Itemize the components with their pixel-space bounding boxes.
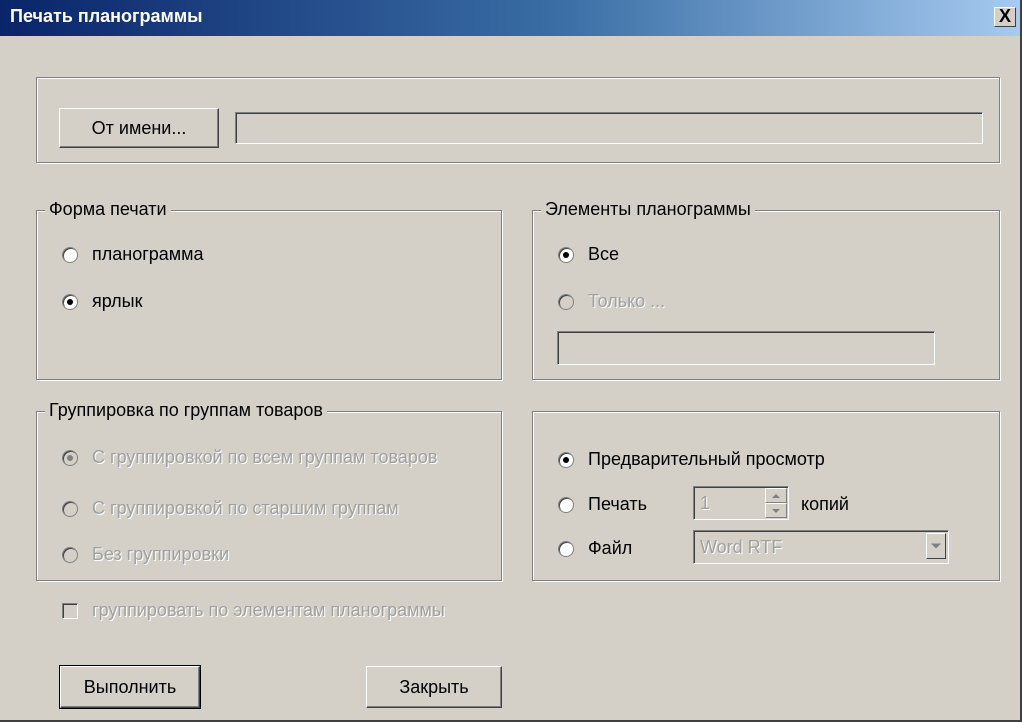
copies-label: копий xyxy=(801,494,849,514)
radio-only-elements-button[interactable] xyxy=(558,294,574,310)
radio-planogram-button[interactable] xyxy=(62,247,78,263)
radio-group-all-button[interactable] xyxy=(62,450,78,466)
window-title: Печать планограммы xyxy=(10,6,203,26)
group-by-elements-label: группировать по элементам планограммы xyxy=(92,600,445,620)
close-button[interactable]: Закрыть xyxy=(366,666,502,708)
execute-button-label: Выполнить xyxy=(83,677,177,697)
arrow-down-icon xyxy=(772,508,780,513)
radio-preview-label: Предварительный просмотр xyxy=(588,449,825,469)
radio-file-button[interactable] xyxy=(558,541,574,557)
radio-print-button[interactable] xyxy=(558,497,574,513)
spin-up-button[interactable] xyxy=(765,488,787,503)
arrow-up-icon xyxy=(772,493,780,498)
spin-down-button[interactable] xyxy=(765,503,787,518)
file-format-value: Word RTF xyxy=(700,537,783,557)
output-group: Предварительный просмотр Печать 1 копий … xyxy=(532,411,1000,581)
radio-only-elements-label: Только ... xyxy=(588,291,666,311)
radio-no-grouping-label: Без группировки xyxy=(92,544,230,564)
execute-button[interactable]: Выполнить xyxy=(59,665,201,709)
close-window-button[interactable]: X xyxy=(994,7,1016,27)
title-bar[interactable]: Печать планограммы X xyxy=(0,0,1020,36)
copies-spinner[interactable]: 1 xyxy=(693,486,789,520)
chevron-down-icon xyxy=(931,543,941,549)
from-name-field[interactable] xyxy=(235,112,983,144)
group-by-elements-box[interactable] xyxy=(62,603,78,619)
print-planogram-dialog: Печать планограммы X От имени... Форма п… xyxy=(0,0,1022,722)
radio-print-label: Печать xyxy=(588,494,647,514)
radio-all-elements-button[interactable] xyxy=(558,247,574,263)
radio-all-elements-label: Все xyxy=(588,244,620,264)
grouping-legend: Группировка по группам товаров xyxy=(45,400,327,421)
radio-no-grouping-button[interactable] xyxy=(62,547,78,563)
planogram-elements-group: Элементы планограммы Все Только ... xyxy=(532,199,1000,380)
radio-group-senior-label: С группировкой по старшим группам xyxy=(92,498,399,518)
print-form-legend: Форма печати xyxy=(45,199,171,220)
radio-label-tag-button[interactable] xyxy=(62,294,78,310)
from-name-button-label: От имени... xyxy=(91,118,187,138)
planogram-elements-legend: Элементы планограммы xyxy=(541,199,755,220)
radio-label-tag-label: ярлык xyxy=(92,291,143,311)
group-by-elements-checkbox[interactable]: группировать по элементам планограммы xyxy=(62,600,522,626)
from-name-group: От имени... xyxy=(36,77,1000,163)
print-form-group: Форма печати планограмма ярлык xyxy=(36,199,502,380)
radio-preview-button[interactable] xyxy=(558,452,574,468)
close-button-label: Закрыть xyxy=(399,677,469,697)
copies-spin-buttons[interactable] xyxy=(765,488,787,518)
copies-value: 1 xyxy=(700,493,711,513)
radio-group-senior-button[interactable] xyxy=(62,501,78,517)
radio-file-label: Файл xyxy=(588,538,633,558)
only-elements-field[interactable] xyxy=(557,331,935,365)
grouping-group: Группировка по группам товаров С группир… xyxy=(36,400,502,581)
radio-group-all-label: С группировкой по всем группам товаров xyxy=(92,447,438,467)
from-name-button[interactable]: От имени... xyxy=(59,108,219,148)
close-icon: X xyxy=(998,6,1011,26)
radio-planogram-label: планограмма xyxy=(92,244,204,264)
file-format-dropdown-button[interactable] xyxy=(926,533,946,559)
file-format-select[interactable]: Word RTF xyxy=(693,530,949,564)
